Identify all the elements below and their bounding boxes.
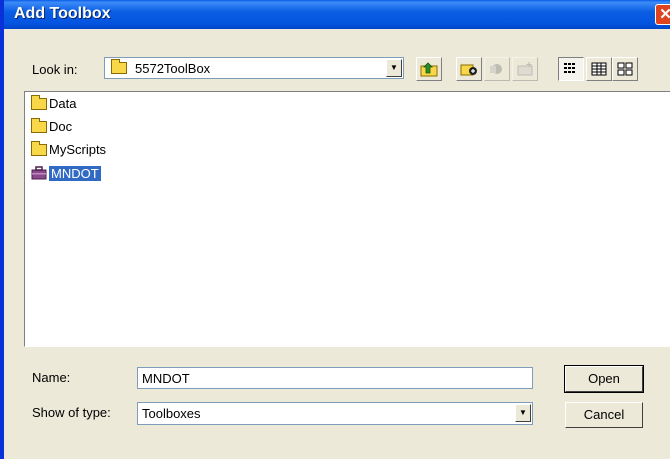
connect-folder-icon [460, 64, 477, 76]
name-input[interactable] [137, 367, 533, 389]
folder-icon [31, 141, 47, 156]
list-item-label: MNDOT [49, 165, 101, 181]
thumbnails-view-icon [617, 62, 633, 76]
chevron-down-icon[interactable]: ▼ [386, 59, 402, 77]
up-one-level-button[interactable] [416, 57, 442, 81]
list-item[interactable]: Doc [31, 117, 72, 135]
details-view-button[interactable] [586, 57, 612, 81]
open-button[interactable]: Open [564, 365, 644, 393]
look-in-label: Look in: [32, 62, 78, 77]
list-item[interactable]: MNDOT [31, 164, 101, 182]
name-label: Name: [32, 370, 71, 385]
dialog-window: Add Toolbox ✕ Look in: 5572ToolBox ▼ Dat… [0, 0, 670, 459]
cancel-button[interactable]: Cancel [565, 402, 643, 428]
new-folder-button[interactable] [512, 57, 538, 81]
file-type-value: Toolboxes [142, 406, 201, 421]
list-item[interactable]: Data [31, 94, 76, 112]
dialog-title: Add Toolbox [14, 5, 111, 22]
list-item-label: Data [49, 95, 77, 111]
file-list[interactable]: Data Doc MyScripts MNDOT [24, 91, 670, 347]
list-item-label: MyScripts [49, 141, 107, 157]
new-folder-icon [517, 62, 533, 76]
folder-icon [111, 59, 127, 74]
thumbnails-view-button[interactable] [612, 57, 638, 81]
disconnect-folder-icon [490, 64, 502, 74]
file-type-dropdown[interactable]: Toolboxes ▼ [137, 402, 533, 425]
chevron-down-icon[interactable]: ▼ [515, 404, 531, 422]
look-in-dropdown[interactable]: 5572ToolBox ▼ [104, 57, 404, 79]
file-type-label: Show of type: [32, 405, 111, 420]
disconnect-folder-button[interactable] [484, 57, 510, 81]
folder-icon [31, 95, 47, 110]
close-button[interactable]: ✕ [655, 4, 670, 25]
connect-folder-button[interactable] [456, 57, 482, 81]
look-in-value: 5572ToolBox [135, 61, 211, 76]
title-bar[interactable]: Add Toolbox ✕ [4, 0, 670, 29]
up-folder-icon [420, 62, 438, 77]
list-item-label: Doc [49, 118, 73, 134]
list-view-icon [564, 63, 575, 73]
toolbox-icon [31, 166, 47, 180]
details-view-icon [591, 62, 607, 76]
list-item[interactable]: MyScripts [31, 140, 106, 158]
folder-icon [31, 118, 47, 133]
list-view-button[interactable] [558, 57, 584, 81]
